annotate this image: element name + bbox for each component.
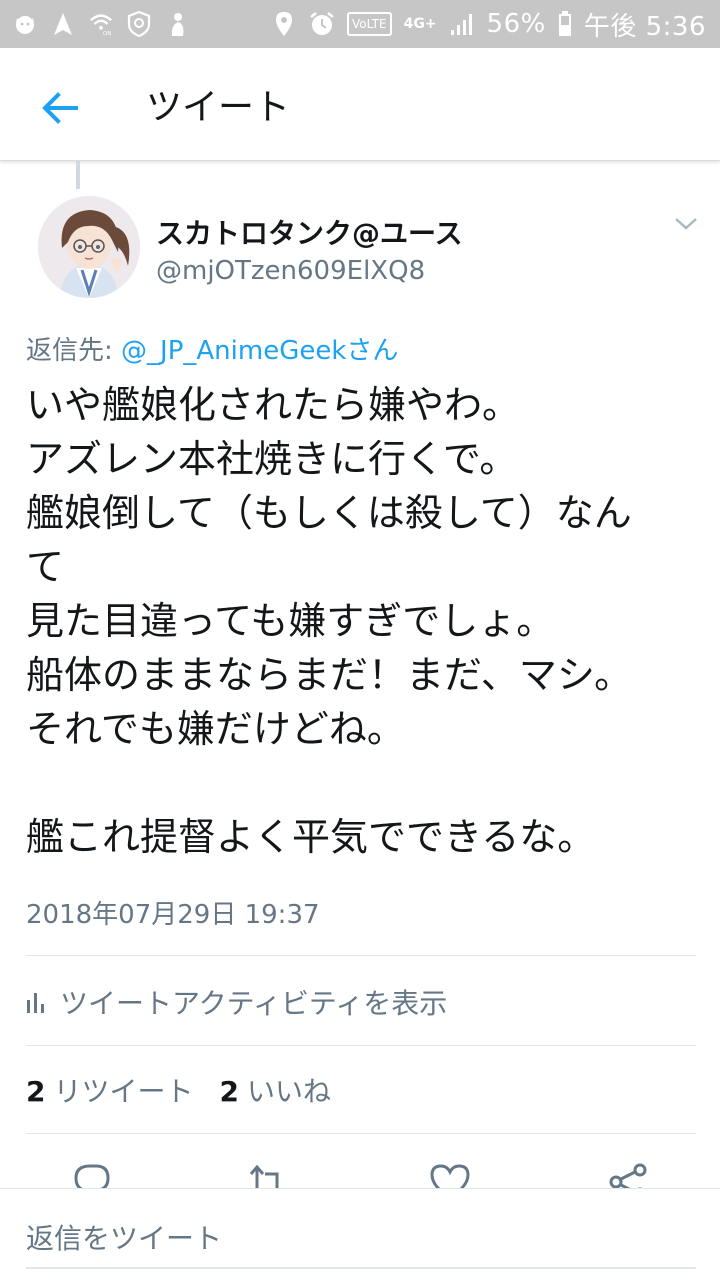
reply-input[interactable]: 返信をツイート: [26, 1217, 222, 1257]
retweet-stat-label: リツイート: [53, 1075, 194, 1108]
share-button[interactable]: [606, 1160, 650, 1188]
tweet-activity-label: ツイートアクティビティを表示: [60, 987, 448, 1020]
retweet-count: 2: [26, 1075, 46, 1108]
divider: [26, 955, 696, 956]
back-arrow-icon: [40, 88, 80, 128]
back-button[interactable]: [36, 84, 84, 132]
status-bar-right: VoLTE 4G+ 56% 午後 5:36: [271, 6, 706, 43]
tweet-text-line: 艦これ提督よく平気でできるな。: [26, 815, 596, 859]
like-stat[interactable]: 2 いいね: [220, 1070, 332, 1110]
cat-icon: [12, 11, 38, 37]
signal-icon: [449, 11, 475, 37]
tweet-menu-button[interactable]: [670, 210, 702, 238]
reply-icon: [70, 1160, 114, 1188]
tweet-text-line: 見た目違っても嫌すぎでしょ。: [26, 599, 555, 643]
location-icon: [271, 11, 297, 37]
clock: 午後 5:36: [583, 11, 706, 42]
like-button[interactable]: [428, 1160, 472, 1188]
avatar-image: [38, 196, 140, 298]
svg-text:ON: ON: [103, 31, 112, 37]
reply-to-mention-link[interactable]: @_JP_AnimeGeekさん: [121, 336, 398, 366]
share-icon: [606, 1160, 650, 1188]
shield-icon: [126, 11, 152, 37]
avatar[interactable]: [38, 196, 140, 298]
app-bar: ツイート: [0, 48, 720, 161]
volte-icon: VoLTE: [347, 12, 392, 36]
page-title: ツイート: [146, 87, 291, 128]
battery-icon: [558, 11, 572, 37]
alarm-icon: [309, 11, 335, 37]
like-stat-label: いいね: [246, 1075, 331, 1108]
reply-to-label: 返信先:: [26, 336, 122, 366]
retweet-button[interactable]: [245, 1160, 289, 1188]
tweet-activity-link[interactable]: ツイートアクティビティを表示: [26, 982, 447, 1022]
bar-chart-icon: [26, 990, 46, 1014]
engagement-stats: 2 リツイート 2 いいね: [26, 1070, 331, 1110]
figure-icon: [164, 11, 190, 37]
reply-composer-bar: 返信をツイート: [0, 1188, 720, 1281]
retweet-icon: [245, 1160, 289, 1188]
battery-percent: 56%: [486, 9, 546, 39]
tweet-text-line: いや艦娘化されたら嫌やわ。: [26, 383, 521, 427]
user-handle[interactable]: @mjOTzen609ElXQ8: [156, 256, 425, 286]
tweet-timestamp: 2018年07月29日 19:37: [26, 900, 320, 930]
divider: [26, 1133, 696, 1134]
status-bar: ON VoLTE 4G+ 56% 午後 5:36: [0, 0, 720, 48]
retweet-stat[interactable]: 2 リツイート: [26, 1070, 194, 1110]
reply-to-line: 返信先: @_JP_AnimeGeekさん: [26, 330, 398, 367]
tweet-text-line: 船体のままならまだ！まだ、マシ。: [26, 653, 633, 697]
tweet-actions: [0, 1152, 720, 1188]
tweet-text-line: それでも嫌だけどね。: [26, 707, 405, 751]
navigation-icon: [50, 11, 76, 37]
tweet-text-line: て: [26, 545, 65, 589]
wifi-calling-icon: ON: [88, 11, 114, 37]
like-count: 2: [219, 1075, 239, 1108]
reply-button[interactable]: [70, 1160, 114, 1188]
tweet-text: いや艦娘化されたら嫌やわ。 アズレン本社焼きに行くで。艦娘倒して（もしくは殺して）…: [26, 378, 706, 864]
status-bar-left: ON: [12, 11, 190, 37]
like-icon: [428, 1160, 472, 1188]
tweet-text-line: アズレン本社焼きに行くで。: [26, 437, 518, 481]
thread-connector-line: [76, 161, 80, 189]
divider: [26, 1045, 696, 1046]
display-name[interactable]: スカトロタンク@ユース: [156, 212, 463, 252]
tweet-text-line: [26, 756, 706, 810]
tweet-text-line: 艦娘倒して（もしくは殺して）なん: [26, 491, 632, 535]
chevron-down-icon: [674, 217, 698, 231]
network-icon: 4G+: [403, 16, 437, 32]
reply-input-underline: [26, 1267, 696, 1269]
